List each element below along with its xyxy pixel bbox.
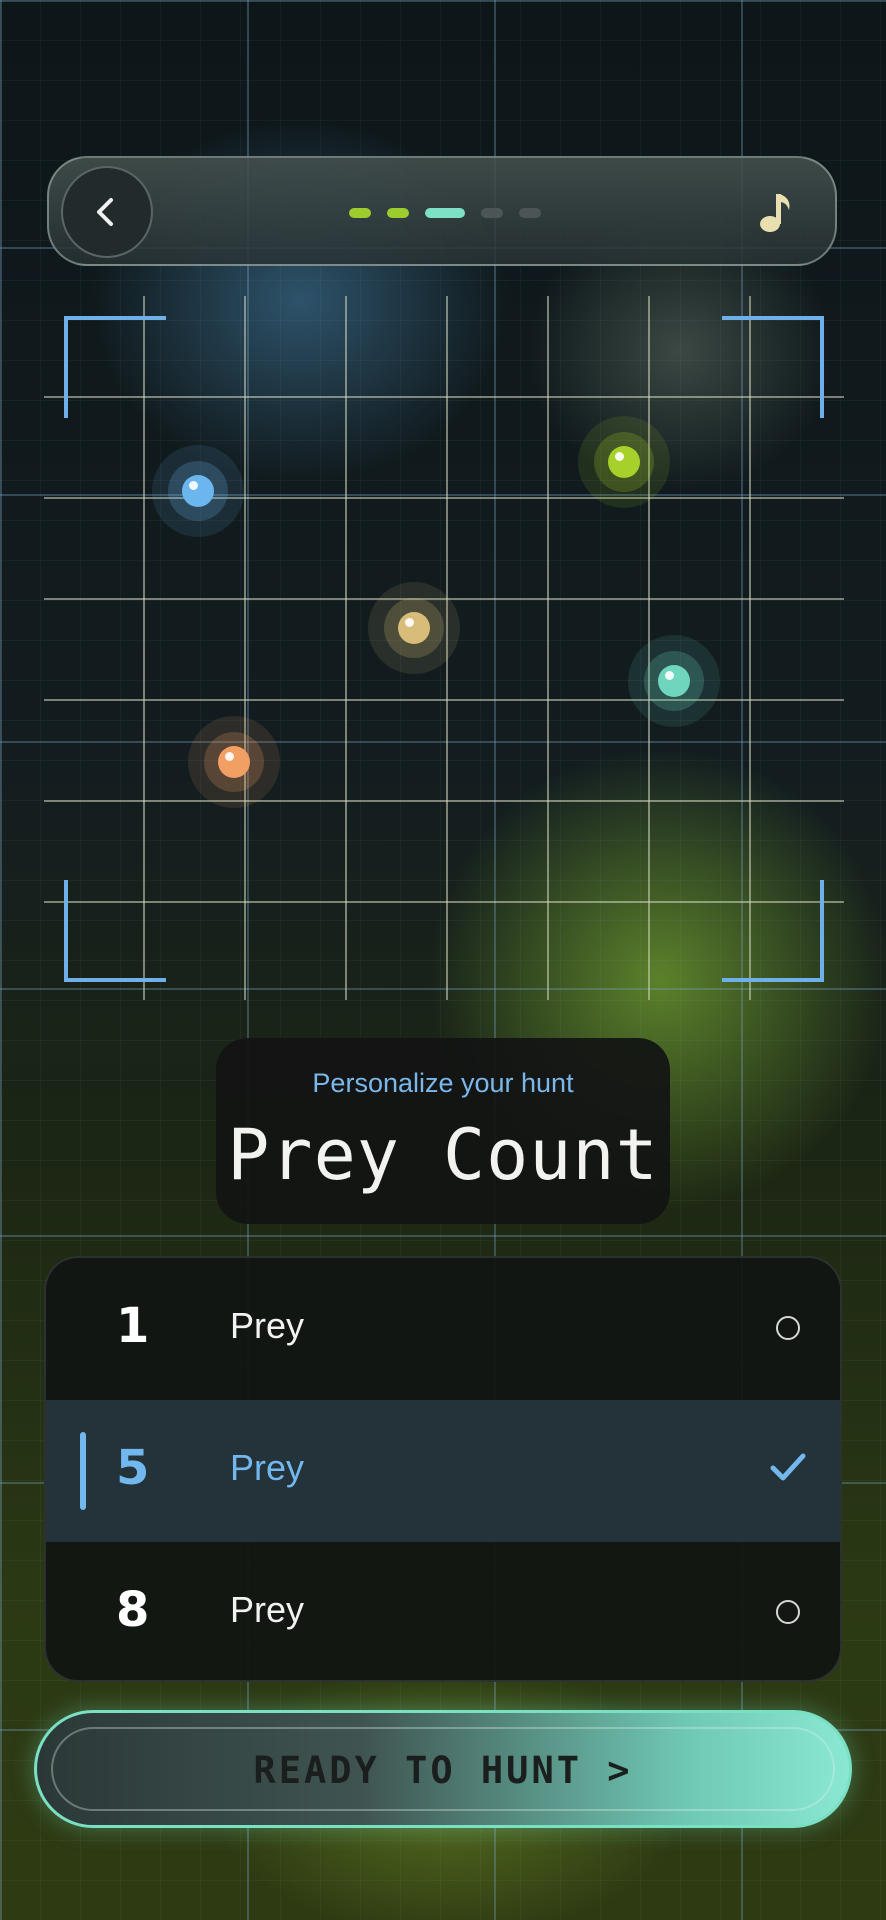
step-dot-3 <box>425 208 465 218</box>
music-button[interactable] <box>757 190 797 234</box>
top-bar <box>47 156 837 266</box>
checkmark-icon <box>770 1453 806 1481</box>
radio-unselected-icon <box>776 1316 800 1340</box>
option-8-prey[interactable]: 8 Prey <box>46 1542 840 1680</box>
radio-unselected-icon <box>776 1600 800 1624</box>
option-label: Prey <box>230 1305 305 1346</box>
step-dot-5 <box>519 208 541 218</box>
back-button[interactable] <box>61 166 153 258</box>
prey-count-options: 1 Prey 5 Prey 8 Prey <box>44 1256 842 1682</box>
ready-to-hunt-button[interactable]: READY TO HUNT > <box>34 1710 852 1828</box>
selected-indicator-bar <box>80 1432 86 1510</box>
option-5-prey[interactable]: 5 Prey <box>46 1400 840 1542</box>
step-dot-2 <box>387 208 409 218</box>
page-subtitle: Personalize your hunt <box>312 1068 574 1098</box>
option-number: 1 <box>116 1298 150 1354</box>
option-label: Prey <box>230 1447 305 1488</box>
option-number: 5 <box>116 1440 150 1496</box>
chevron-left-icon <box>97 198 113 226</box>
option-label: Prey <box>230 1589 305 1630</box>
ready-to-hunt-label: READY TO HUNT > <box>253 1749 633 1792</box>
step-dot-4 <box>481 208 503 218</box>
step-dot-1 <box>349 208 371 218</box>
title-card: Personalize your hunt Prey Count <box>216 1038 670 1224</box>
step-progress <box>349 207 541 219</box>
hunt-arena <box>44 296 844 1000</box>
corner-bracket-top-left <box>64 316 166 418</box>
option-number: 8 <box>116 1582 150 1638</box>
page-title: Prey Count <box>227 1114 659 1196</box>
music-note-icon <box>760 194 790 232</box>
option-1-prey[interactable]: 1 Prey <box>46 1258 840 1400</box>
corner-bracket-bottom-left <box>64 880 166 982</box>
corner-bracket-top-right <box>722 316 824 418</box>
corner-bracket-bottom-right <box>722 880 824 982</box>
